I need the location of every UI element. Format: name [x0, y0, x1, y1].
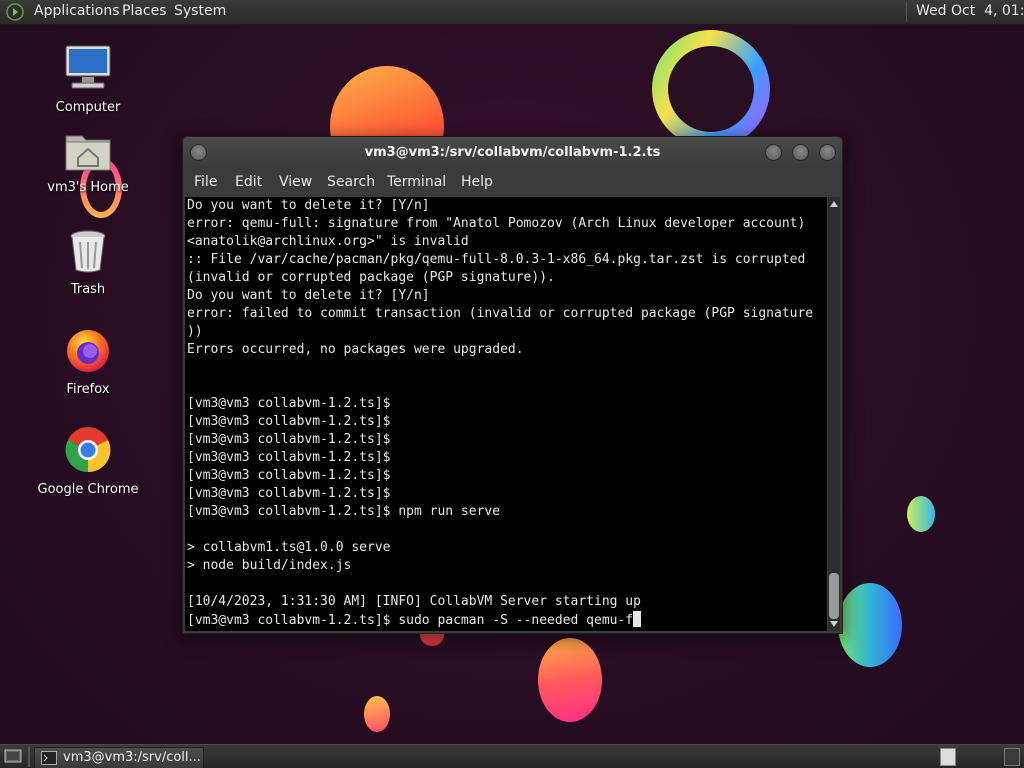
- gnome-foot-icon[interactable]: [6, 3, 24, 21]
- taskbar-window-label: vm3@vm3:/srv/coll...: [63, 750, 201, 765]
- terminal-icon: [41, 751, 57, 765]
- terminal-line: [vm3@vm3 collabvm-1.2.ts]$: [187, 396, 391, 411]
- menu-file[interactable]: File: [194, 174, 217, 190]
- chrome-icon: [65, 427, 111, 473]
- terminal-line: Do you want to delete it? [Y/n]: [187, 198, 430, 213]
- terminal-line: [vm3@vm3 collabvm-1.2.ts]$: [187, 486, 391, 501]
- menu-help[interactable]: Help: [461, 174, 493, 190]
- wallpaper-pink-ball: [538, 638, 602, 722]
- desktop-icon-label: Firefox: [66, 382, 110, 397]
- taskbar-terminal-button[interactable]: vm3@vm3:/srv/coll...: [34, 747, 204, 768]
- terminal-prompt-line[interactable]: [vm3@vm3 collabvm-1.2.ts]$ sudo pacman -…: [185, 611, 827, 630]
- bottom-panel: vm3@vm3:/srv/coll...: [0, 744, 1024, 768]
- menu-search[interactable]: Search: [327, 174, 375, 190]
- menu-bar: File Edit View Search Terminal Help: [183, 169, 842, 197]
- computer-icon: [65, 45, 111, 89]
- terminal-line: [vm3@vm3 collabvm-1.2.ts]$: [187, 468, 391, 483]
- workspace-switcher[interactable]: [940, 748, 956, 766]
- terminal-line: <anatolik@archlinux.org>" is invalid: [187, 234, 469, 249]
- desktop-icon-trash[interactable]: Trash: [33, 228, 143, 297]
- minimize-button[interactable]: [765, 144, 782, 161]
- text-cursor: [633, 611, 642, 627]
- desktop-icon-home[interactable]: vm3's Home: [33, 128, 143, 195]
- prompt-text: [vm3@vm3 collabvm-1.2.ts]$ sudo pacman -…: [187, 613, 634, 628]
- title-bar[interactable]: vm3@vm3:/srv/collabvm/collabvm-1.2.ts: [183, 137, 842, 169]
- menu-applications[interactable]: Applications: [34, 3, 120, 19]
- terminal-line: [10/4/2023, 1:31:30 AM] [INFO] CollabVM …: [187, 594, 641, 609]
- menu-view[interactable]: View: [279, 174, 312, 190]
- terminal-line: error: failed to commit transaction (inv…: [187, 306, 814, 321]
- firefox-icon: [67, 330, 109, 372]
- terminal-line: > node build/index.js: [187, 558, 352, 573]
- clock[interactable]: Wed Oct 4, 01:32: [916, 3, 1024, 19]
- wallpaper-tiny-ball: [364, 696, 390, 732]
- terminal-lines: Do you want to delete it? [Y/n] error: q…: [185, 197, 827, 611]
- desktop-icon-computer[interactable]: Computer: [33, 44, 143, 115]
- menu-places[interactable]: Places: [122, 3, 167, 19]
- desktop-icon-chrome[interactable]: Google Chrome: [33, 426, 143, 497]
- terminal-line: [vm3@vm3 collabvm-1.2.ts]$: [187, 432, 391, 447]
- terminal-line: (invalid or corrupted package (PGP signa…: [187, 270, 555, 285]
- desktop-icon-label: Google Chrome: [37, 482, 139, 497]
- desktop-icon-label: vm3's Home: [47, 180, 129, 195]
- terminal-line: [vm3@vm3 collabvm-1.2.ts]$: [187, 414, 391, 429]
- close-button[interactable]: [819, 144, 836, 161]
- menu-edit[interactable]: Edit: [235, 174, 262, 190]
- trash-icon: [70, 230, 106, 273]
- wallpaper-blue-ball: [838, 583, 902, 667]
- menu-system[interactable]: System: [174, 3, 226, 19]
- desktop: Applications Places System Wed Oct 4, 01…: [0, 0, 1024, 768]
- show-desktop-icon[interactable]: [4, 749, 22, 765]
- desktop-icon-label: Computer: [55, 100, 121, 115]
- scroll-thumb[interactable]: [829, 573, 839, 619]
- wallpaper-green-dot: [907, 496, 935, 532]
- terminal-line: )): [187, 324, 203, 339]
- scroll-down-arrow-icon[interactable]: [830, 621, 838, 627]
- maximize-button[interactable]: [792, 144, 809, 161]
- terminal-line: :: File /var/cache/pacman/pkg/qemu-full-…: [187, 252, 806, 267]
- menu-terminal[interactable]: Terminal: [387, 174, 446, 190]
- terminal-line: Do you want to delete it? [Y/n]: [187, 288, 430, 303]
- window-title: vm3@vm3:/srv/collabvm/collabvm-1.2.ts: [364, 145, 661, 160]
- scroll-up-arrow-icon[interactable]: [830, 201, 838, 207]
- terminal-line: error: qemu-full: signature from "Anatol…: [187, 216, 806, 231]
- top-panel: Applications Places System Wed Oct 4, 01…: [0, 0, 1024, 25]
- wallpaper-ring: [652, 30, 770, 148]
- terminal-output[interactable]: Do you want to delete it? [Y/n] error: q…: [185, 197, 827, 631]
- desktop-icon-label: Trash: [70, 282, 106, 297]
- terminal-line: [vm3@vm3 collabvm-1.2.ts]$ npm run serve: [187, 504, 501, 519]
- terminal-line: [vm3@vm3 collabvm-1.2.ts]$: [187, 450, 391, 465]
- home-folder-icon: [65, 135, 111, 171]
- desktop-icon-firefox[interactable]: Firefox: [33, 326, 143, 397]
- terminal-window[interactable]: vm3@vm3:/srv/collabvm/collabvm-1.2.ts Fi…: [182, 136, 843, 634]
- scrollbar[interactable]: [828, 197, 840, 631]
- terminal-line: > collabvm1.ts@1.0.0 serve: [187, 540, 391, 555]
- workspace-switcher-2[interactable]: [1004, 748, 1020, 766]
- terminal-line: Errors occurred, no packages were upgrad…: [187, 342, 524, 357]
